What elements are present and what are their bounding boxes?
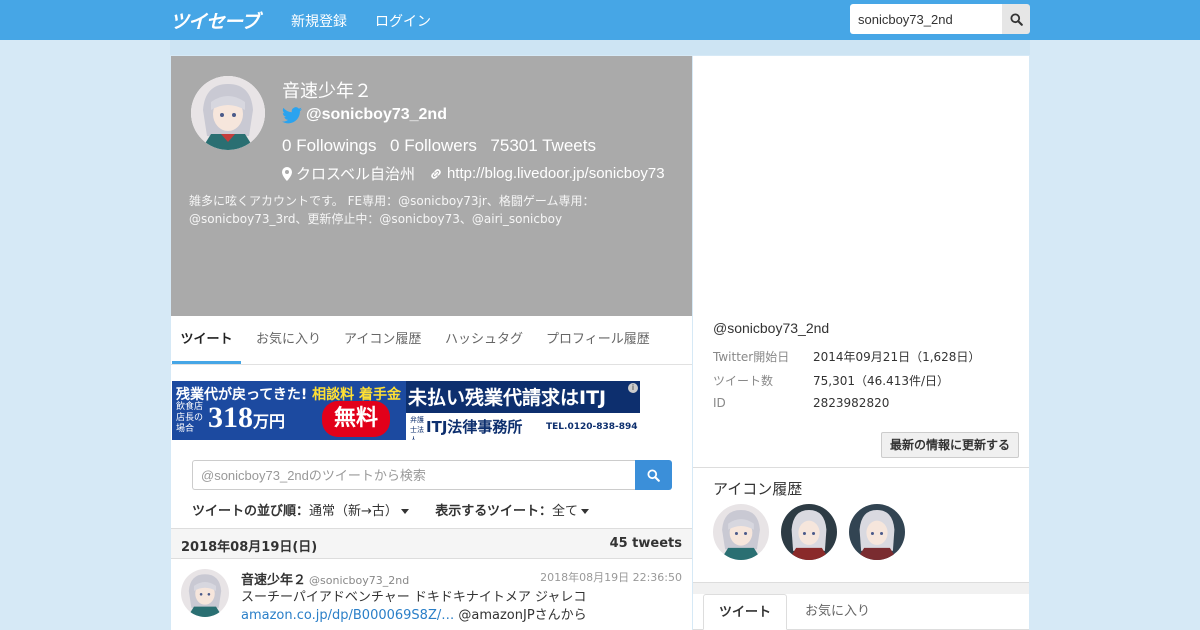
tweets-count: 75301 bbox=[490, 136, 538, 155]
site-search bbox=[850, 4, 1030, 34]
tweet-author-name: 音速少年２ bbox=[241, 573, 307, 588]
tab-tweets[interactable]: ツイート bbox=[172, 316, 241, 364]
sort-order-value: 通常（新→古） bbox=[309, 504, 398, 519]
profile-handle: @sonicboy73_2nd bbox=[282, 106, 447, 124]
tweet-author-handle: @sonicboy73_2nd bbox=[309, 574, 410, 587]
followings-count: 0 bbox=[282, 136, 292, 155]
tweets-label: Tweets bbox=[542, 136, 596, 155]
ad-firm-small: 弁護士法人 bbox=[410, 416, 424, 440]
side-tab-favorites[interactable]: お気に入り bbox=[805, 594, 870, 630]
ad-banner[interactable]: 残業代が戻ってきた! 相談料 着手金 飲食店店長の場合 318万円 無料 未払い… bbox=[172, 381, 640, 440]
caret-down-icon bbox=[400, 509, 409, 514]
date-group-header: 2018年08月19日(日) 45 tweets bbox=[171, 528, 692, 559]
profile-location: クロスベル自治州 bbox=[296, 165, 415, 183]
search-icon bbox=[1009, 12, 1023, 26]
search-icon bbox=[647, 468, 660, 482]
profile-url[interactable]: http://blog.livedoor.jp/sonicboy73 bbox=[447, 165, 665, 182]
followers-label: Followers bbox=[404, 136, 477, 155]
main-column: 音速少年２ @sonicboy73_2nd 0 Followings 0 Fol… bbox=[171, 56, 692, 630]
site-search-input[interactable] bbox=[850, 4, 1002, 34]
ad-left-panel: 残業代が戻ってきた! 相談料 着手金 飲食店店長の場合 318万円 無料 bbox=[172, 381, 406, 440]
sort-row: ツイートの並び順：通常（新→古） 表示するツイート：全て bbox=[192, 500, 589, 519]
tab-icon-history[interactable]: アイコン履歴 bbox=[344, 316, 421, 364]
tweet-search-button[interactable] bbox=[635, 460, 672, 490]
icon-history-avatar-2[interactable] bbox=[781, 504, 837, 560]
signup-link[interactable]: 新規登録 bbox=[291, 11, 347, 31]
ad-firm-tel: TEL.0120-838-894 bbox=[546, 422, 638, 432]
date-group-count: 45 tweets bbox=[609, 536, 682, 551]
icon-history-title: アイコン履歴 bbox=[713, 480, 803, 498]
side-column: @sonicboy73_2nd Twitter開始日 2014年09月21日（1… bbox=[693, 56, 1029, 630]
ad-free-badge: 無料 bbox=[322, 401, 390, 437]
date-group-date[interactable]: 2018年08月19日(日) bbox=[181, 536, 317, 555]
profile-bio: 雑多に呟くアカウントです。 FE専用：@sonicboy73jr、格闘ゲーム専用… bbox=[189, 194, 595, 226]
divider bbox=[693, 467, 1029, 468]
sort-order-label: ツイートの並び順： bbox=[192, 504, 310, 519]
side-tabs: ツイート お気に入り bbox=[693, 594, 1029, 630]
ad-firm-name: ITJ法律事務所 bbox=[426, 418, 523, 436]
tweet-filter-value: 全て bbox=[551, 504, 578, 519]
profile-avatar[interactable] bbox=[191, 76, 265, 150]
tweet-search bbox=[192, 460, 672, 490]
ad-info-icon[interactable]: i bbox=[628, 383, 638, 393]
ad-small-text: 飲食店店長の場合 bbox=[176, 402, 204, 434]
icon-history-avatar-1[interactable] bbox=[713, 504, 769, 560]
profile-location-row: クロスベル自治州 http://blog.livedoor.jp/sonicbo… bbox=[282, 163, 665, 184]
profile-stats: 0 Followings 0 Followers 75301 Tweets bbox=[282, 136, 596, 156]
site-logo[interactable]: ツイセーブ bbox=[170, 7, 260, 34]
tweet-avatar[interactable] bbox=[181, 569, 229, 617]
ad-firm-strip: 弁護士法人 ITJ法律事務所 TEL.0120-838-894 bbox=[406, 413, 640, 440]
tab-profile-history[interactable]: プロフィール履歴 bbox=[546, 316, 650, 364]
followers-count: 0 bbox=[389, 136, 400, 155]
followings-label: Followings bbox=[296, 136, 377, 155]
top-navbar: ツイセーブ 新規登録 ログイン bbox=[0, 0, 1200, 40]
profile-handle-text: @sonicboy73_2nd bbox=[306, 106, 447, 123]
side-handle: @sonicboy73_2nd bbox=[713, 320, 830, 336]
icon-history-avatar-3[interactable] bbox=[849, 504, 905, 560]
tab-hashtags[interactable]: ハッシュタグ bbox=[445, 316, 523, 364]
tweet-author[interactable]: 音速少年２ @sonicboy73_2nd bbox=[241, 569, 409, 588]
tweet-filter-dropdown[interactable]: 表示するツイート：全て bbox=[435, 504, 589, 519]
map-marker-icon bbox=[282, 166, 292, 181]
top-strip bbox=[170, 40, 1030, 55]
site-search-button[interactable] bbox=[1002, 4, 1030, 34]
caret-down-icon bbox=[580, 509, 589, 514]
twitter-bird-icon bbox=[282, 106, 302, 123]
login-link[interactable]: ログイン bbox=[375, 11, 431, 31]
sort-order-dropdown[interactable]: ツイートの並び順：通常（新→古） bbox=[192, 504, 413, 519]
tweet-text: スーチーパイアドベンチャー ドキドキナイトメア ジャレコ amazon.co.j… bbox=[241, 590, 587, 623]
profile-tabs: ツイート お気に入り アイコン履歴 ハッシュタグ プロフィール履歴 bbox=[171, 316, 692, 365]
side-tab-tweets[interactable]: ツイート bbox=[703, 594, 787, 630]
tweet-timestamp[interactable]: 2018年08月19日 22:36:50 bbox=[540, 569, 682, 585]
side-ad-space bbox=[693, 56, 1029, 316]
profile-name: 音速少年２ bbox=[282, 81, 372, 102]
update-info-button[interactable]: 最新の情報に更新する bbox=[881, 432, 1019, 458]
tweet-search-input[interactable] bbox=[192, 460, 635, 490]
profile-hero: 音速少年２ @sonicboy73_2nd 0 Followings 0 Fol… bbox=[171, 56, 692, 316]
link-icon bbox=[431, 168, 441, 179]
tweet-item: 音速少年２ @sonicboy73_2nd 2018年08月19日 22:36:5… bbox=[171, 559, 692, 630]
section-gap bbox=[693, 582, 1029, 594]
ad-right-title: 未払い残業代請求はITJ bbox=[408, 387, 607, 409]
ad-right-panel: 未払い残業代請求はITJ 弁護士法人 ITJ法律事務所 TEL.0120-838… bbox=[406, 381, 640, 440]
tweet-filter-label: 表示するツイート： bbox=[435, 504, 552, 519]
ad-amount: 318万円 bbox=[208, 401, 286, 434]
tweet-link[interactable]: amazon.co.jp/dp/B000069S8Z/… bbox=[241, 608, 454, 623]
tab-favorites[interactable]: お気に入り bbox=[256, 316, 321, 364]
